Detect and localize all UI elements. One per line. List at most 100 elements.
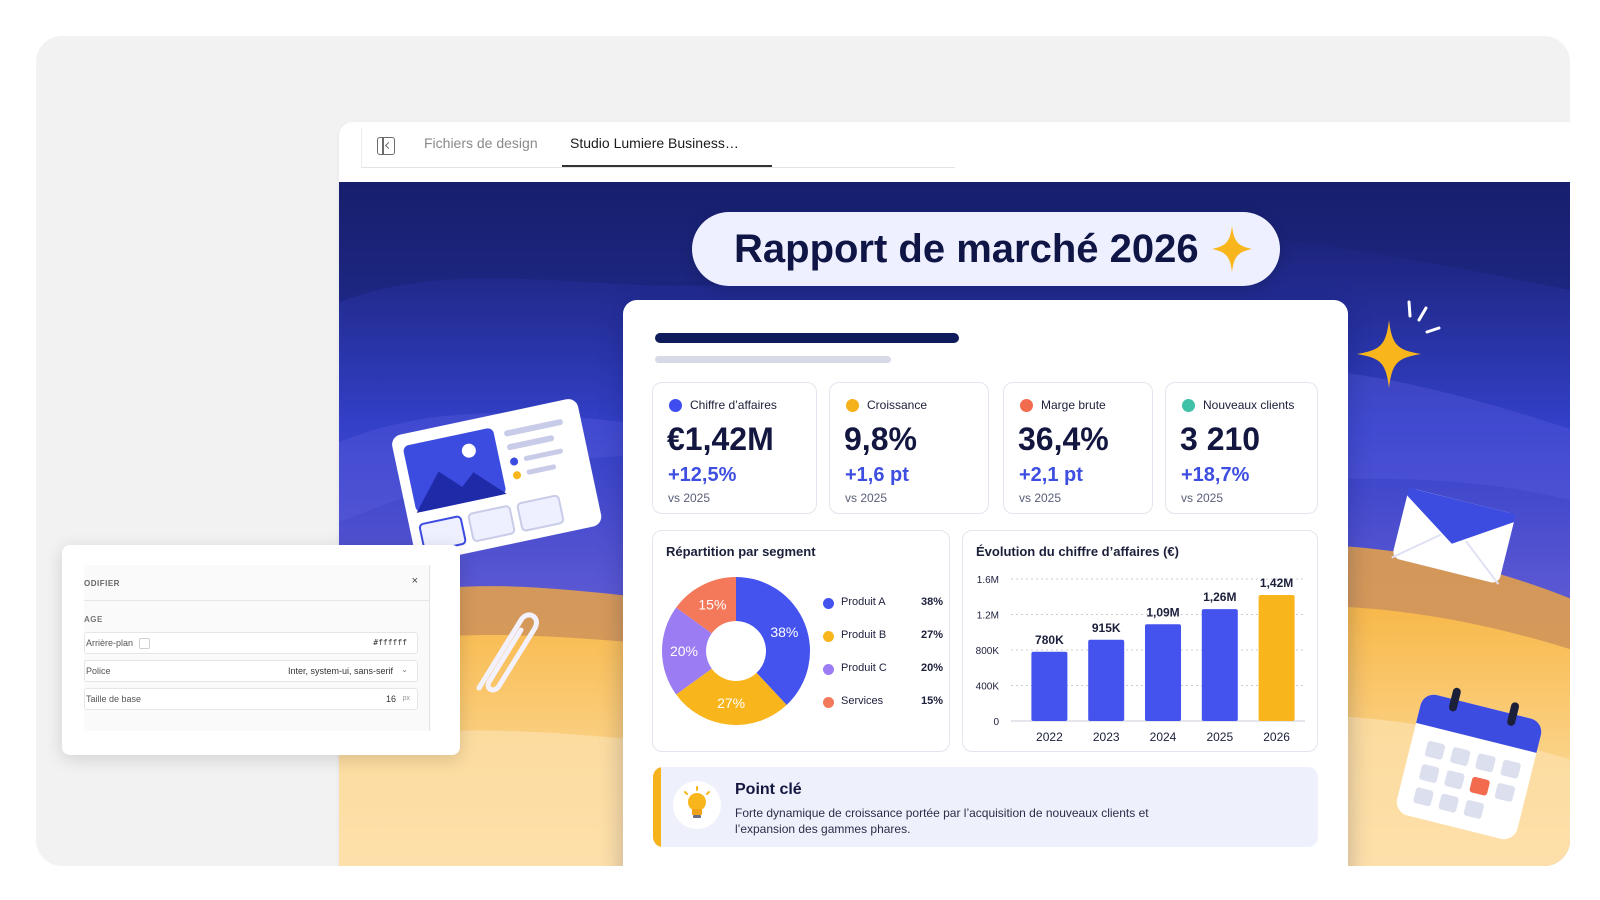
y-tick-label: 1.2M [977,611,999,622]
color-swatch[interactable] [139,638,150,649]
kpi-dot [1182,399,1195,412]
modifier-panel-header: ODIFIER × [84,565,430,601]
legend-label: Produit B [841,629,887,641]
kpi-value: 3 210 [1180,421,1261,457]
field-label: Arrière-plan [86,638,134,648]
sparkle-icon [1212,226,1252,272]
slide-title: Rapport de marché 2026 [734,227,1199,271]
modifier-panel: ODIFIER × AGE Arrière-plan #ffffff Polic… [62,545,460,755]
kpi-value: 9,8% [844,421,917,457]
kpi-change: +18,7% [1181,464,1250,486]
x-tick-label: 2023 [1093,730,1120,744]
kpi-dot [669,399,682,412]
bar [1145,624,1181,721]
kpi-compare: vs 2025 [845,491,888,505]
kpi-card-new-clients[interactable]: Nouveaux clients 3 210 +18,7% vs 2025 [1165,382,1318,514]
modifier-panel-title: ODIFIER [84,579,120,588]
pie-chart-title: Répartition par segment [666,544,816,559]
legend-label: Produit A [841,596,886,608]
kpi-change: +2,1 pt [1019,464,1083,486]
legend-value: 27% [920,629,943,641]
lightbulb-icon [673,781,721,829]
x-tick-label: 2024 [1150,730,1177,744]
section-label: AGE [84,615,103,624]
y-tick-label: 1.6M [977,575,999,586]
kpi-card-gross-margin[interactable]: Marge brute 36,4% +2,1 pt vs 2025 [1003,382,1153,514]
legend-swatch [823,598,834,609]
background-color-field[interactable]: Arrière-plan #ffffff [84,632,418,654]
bar [1201,609,1238,721]
kpi-card-revenue[interactable]: Chiffre d’affaires €1,42M +12,5% vs 2025 [652,382,817,514]
placeholder-subheading-bar [655,356,891,363]
tab-design-files[interactable]: Fichiers de design [424,135,538,151]
legend-label: Produit C [841,662,887,674]
legend-swatch [823,664,834,675]
bar [1031,651,1068,721]
pie-slice-label: 27% [717,695,745,711]
kpi-dot [1020,399,1033,412]
field-label: Taille de base [86,694,142,704]
font-family-select[interactable]: Police Inter, system-ui, sans-serif ⌄ [84,660,418,682]
y-tick-label: 400K [976,682,1000,693]
key-point-title: Point clé [735,781,802,798]
key-point-text: Forte dynamique de croissance portée par… [735,806,1149,836]
report-card[interactable]: Chiffre d’affaires €1,42M +12,5% vs 2025… [623,300,1348,866]
bar-value-label: 780K [1035,633,1064,647]
slide-title-pill: Rapport de marché 2026 [692,212,1280,286]
tab-studio-lumiere[interactable]: Studio Lumiere Business… [570,135,739,151]
placeholder-heading-bar [655,333,959,343]
x-tick-label: 2025 [1206,730,1233,744]
kpi-value: €1,42M [667,421,774,457]
kpi-compare: vs 2025 [1019,491,1062,505]
kpi-change: +1,6 pt [845,464,909,486]
field-label: Police [86,666,111,676]
field-value[interactable]: 16 [386,694,396,704]
envelope-icon [1391,488,1516,585]
kpi-label: Chiffre d’affaires [690,398,777,412]
paperclip-icon [476,612,539,693]
active-tab-indicator [562,165,772,167]
sidebar-toggle-icon[interactable] [377,137,395,155]
bar-value-label: 915K [1092,621,1121,635]
legend-swatch [823,631,834,642]
bar-value-label: 1,09M [1146,605,1179,619]
field-value[interactable]: Inter, system-ui, sans-serif [288,666,393,676]
kpi-label: Marge brute [1041,398,1106,412]
segment-pie-panel[interactable]: Répartition par segment 38% 27% 20% 15% Pro… [652,530,950,752]
tab-bar: Fichiers de design Studio Lumiere Busine… [339,122,1570,184]
kpi-compare: vs 2025 [668,491,711,505]
kpi-card-growth[interactable]: Croissance 9,8% +1,6 pt vs 2025 [829,382,989,514]
pie-slice-label: 20% [670,643,698,659]
field-value[interactable]: #ffffff [373,638,407,647]
bar-value-label: 1,42M [1260,576,1293,590]
kpi-dot [846,399,859,412]
legend-value: 38% [920,596,943,608]
slide-canvas: Rapport de marché 2026 Chiffre d’affaire… [339,182,1570,866]
pie-slice-label: 15% [698,597,726,613]
calendar-icon [1396,687,1542,840]
key-point-callout: Point clé Forte dynamique de croissance … [653,767,1318,847]
bar [1088,639,1125,721]
base-size-field[interactable]: Taille de base 16 px [84,688,418,710]
bar-chart: 0 400K 800K 1.2M 1.6M 780K 2022 915K 2023 1,09M 20… [976,575,1305,744]
x-tick-label: 2022 [1036,730,1063,744]
chevron-down-icon[interactable]: ⌄ [401,665,408,674]
callout-accent [653,767,661,847]
kpi-label: Nouveaux clients [1203,398,1295,412]
legend-item: Produit C 20% [823,661,943,694]
legend-item: Produit B 27% [823,628,943,661]
pie-chart: 38% 27% 20% 15% [662,577,810,725]
field-unit: px [402,695,410,702]
legend-label: Services [841,695,884,707]
bar [1258,594,1295,721]
kpi-label: Croissance [867,398,928,412]
y-tick-label: 800K [976,646,1000,657]
y-tick-label: 0 [993,717,999,728]
legend-item: Services 15% [823,694,943,727]
close-icon[interactable]: × [412,575,418,587]
bar-value-label: 1,26M [1203,590,1236,604]
pie-legend: Produit A 38% Produit B 27% Produit C 20% S… [823,595,943,727]
kpi-compare: vs 2025 [1181,491,1224,505]
image-card-illustration [392,399,602,563]
revenue-bar-panel[interactable]: Évolution du chiffre d’affaires (€) 0 400… [962,530,1318,752]
